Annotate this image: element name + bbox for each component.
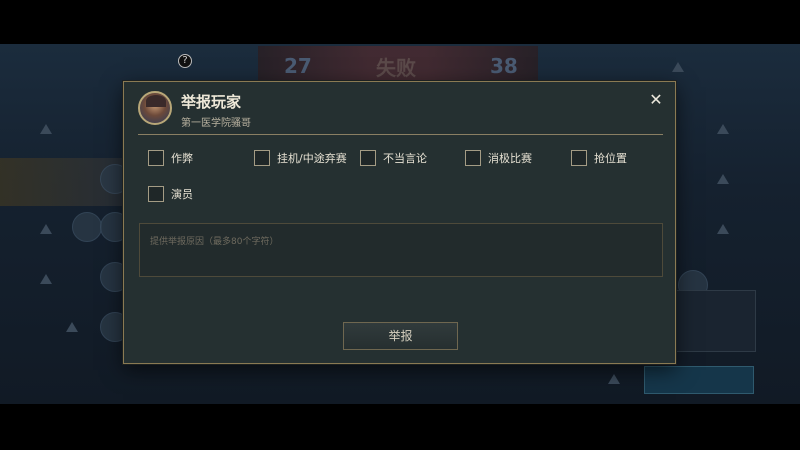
option-throwing[interactable]: 演员 [148,185,193,203]
close-icon[interactable]: ✕ [648,92,664,108]
bg-avatar [72,212,102,242]
option-cheating[interactable]: 作弊 [148,149,193,167]
report-reason-input[interactable] [139,223,663,277]
bg-rank-icon [717,174,729,184]
checkbox[interactable] [465,150,481,166]
option-label: 不当言论 [383,152,427,165]
reported-player-name: 第一医学院骚哥 [181,118,251,129]
letterbox-top [0,0,800,44]
option-label: 挂机/中途弃赛 [277,152,347,165]
bg-rank-icon [40,124,52,134]
help-icon[interactable]: ? [178,54,192,68]
bg-action-button [644,366,754,394]
checkbox[interactable] [360,150,376,166]
checkbox[interactable] [148,186,164,202]
score-right: 38 [490,54,518,78]
checkbox[interactable] [571,150,587,166]
checkbox[interactable] [254,150,270,166]
letterbox-bottom [0,404,800,450]
option-afk[interactable]: 挂机/中途弃赛 [254,149,347,167]
checkbox[interactable] [148,150,164,166]
option-label: 抢位置 [594,152,627,165]
option-label: 作弊 [171,152,193,165]
match-result: 失败 [376,56,416,80]
dialog-title: 举报玩家 [181,93,242,111]
bg-rank-icon [717,224,729,234]
player-avatar [138,91,172,125]
option-abusive-language[interactable]: 不当言论 [360,149,427,167]
bg-side-panel [676,290,756,352]
submit-report-button[interactable]: 举报 [343,322,458,350]
bg-rank-icon [672,62,684,72]
option-position-stealing[interactable]: 抢位置 [571,149,627,167]
divider [138,134,663,135]
bg-rank-icon [66,322,78,332]
option-label: 演员 [171,188,193,201]
report-player-dialog: 举报玩家 第一医学院骚哥 ✕ 作弊 挂机/中途弃赛 不当言论 消极比赛 抢位置 … [123,81,676,364]
bg-rank-icon [608,374,620,384]
bg-rank-icon [40,224,52,234]
bg-rank-icon [717,124,729,134]
score-left: 27 [284,54,312,78]
option-negative-play[interactable]: 消极比赛 [465,149,532,167]
bg-rank-icon [40,274,52,284]
option-label: 消极比赛 [488,152,532,165]
